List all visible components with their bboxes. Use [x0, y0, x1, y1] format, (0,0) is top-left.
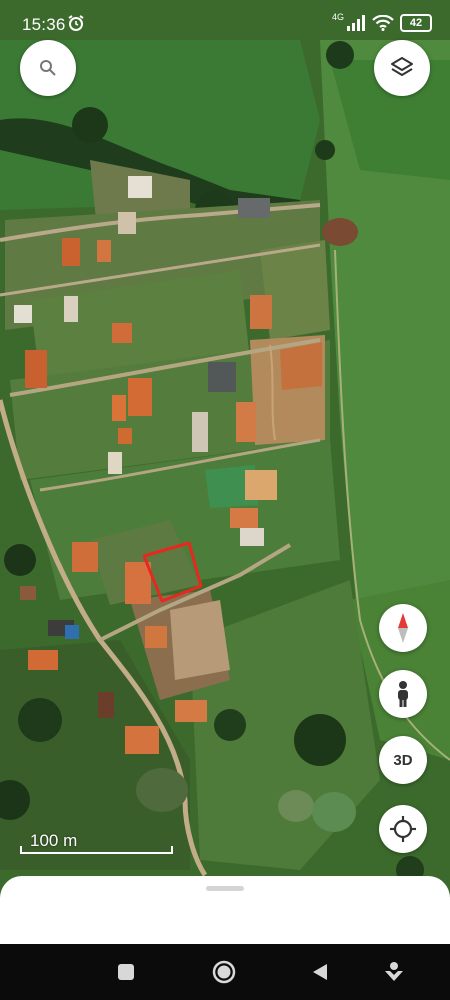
recents-button[interactable] — [112, 958, 140, 986]
layers-icon — [391, 57, 413, 76]
scale-line — [20, 846, 173, 854]
street-view-button[interactable] — [379, 670, 427, 718]
back-button[interactable] — [306, 958, 334, 986]
my-location-button[interactable] — [379, 805, 427, 853]
signal-icon — [347, 15, 365, 31]
system-navigation-bar — [0, 944, 450, 1000]
wifi-icon — [372, 15, 394, 31]
network-type-label: 4G — [331, 12, 344, 22]
scale-bar: 100 m — [20, 828, 173, 854]
bottom-sheet[interactable] — [0, 876, 450, 946]
alarm-icon — [68, 15, 84, 31]
layers-button[interactable] — [374, 40, 430, 96]
compass-icon — [398, 613, 408, 643]
search-icon — [40, 60, 56, 76]
map-imagery — [0, 0, 450, 945]
search-button[interactable] — [20, 40, 76, 96]
status-bar: 15:36 4G 42 — [0, 0, 450, 48]
assistant-icon — [385, 962, 403, 981]
sheet-drag-handle[interactable] — [206, 886, 244, 891]
my-location-icon — [390, 816, 416, 842]
status-time: 15:36 — [22, 15, 66, 34]
home-icon — [212, 960, 236, 984]
assistant-button[interactable] — [380, 958, 408, 986]
recents-icon — [118, 964, 134, 980]
status-icons: 4G 42 — [331, 12, 432, 32]
pegman-icon — [398, 681, 408, 707]
satellite-map[interactable] — [0, 0, 450, 945]
home-button[interactable] — [210, 958, 238, 986]
battery-icon: 42 — [400, 14, 432, 32]
compass-button[interactable] — [379, 604, 427, 652]
back-icon — [313, 964, 327, 980]
3d-toggle-button[interactable]: 3D — [379, 736, 427, 784]
